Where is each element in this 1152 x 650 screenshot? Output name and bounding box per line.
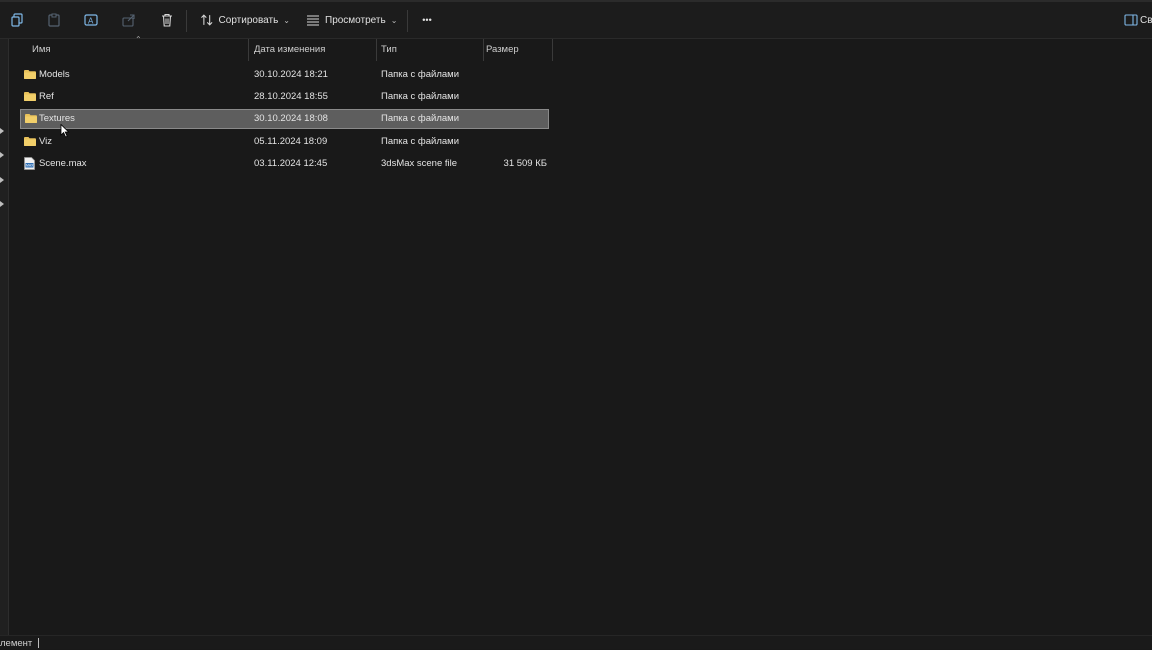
command-bar: A Сортировать ⌄ Просмотреть ⌄ ••• Св bbox=[0, 2, 1152, 39]
folder-icon bbox=[24, 70, 36, 79]
column-header-type[interactable]: Тип bbox=[381, 39, 481, 61]
file-size: 31 509 КБ bbox=[503, 158, 547, 169]
status-divider bbox=[38, 638, 39, 648]
status-bar: лемент bbox=[0, 635, 1152, 649]
share-button[interactable] bbox=[120, 8, 138, 32]
file-size bbox=[467, 132, 547, 152]
folder-icon bbox=[25, 114, 37, 123]
expand-arrow-icon[interactable] bbox=[0, 128, 4, 134]
folder-icon bbox=[24, 92, 36, 101]
max-file-icon: MAX bbox=[24, 157, 35, 170]
sort-label: Сортировать bbox=[218, 14, 279, 26]
details-pane-label: Св bbox=[1140, 14, 1152, 26]
file-date: 28.10.2024 18:55 bbox=[254, 91, 328, 102]
more-icon: ••• bbox=[422, 15, 432, 25]
svg-text:A: A bbox=[88, 17, 94, 26]
file-row-selected[interactable]: Textures 30.10.2024 18:08 Папка с файлам… bbox=[20, 109, 549, 129]
expand-arrow-icon[interactable] bbox=[0, 152, 4, 158]
toolbar-separator bbox=[186, 10, 187, 32]
column-header-size[interactable]: Размер bbox=[486, 39, 546, 61]
file-row[interactable]: MAX Scene.max 03.11.2024 12:45 3dsMax sc… bbox=[20, 154, 549, 174]
copy-icon bbox=[11, 13, 23, 27]
copy-button[interactable] bbox=[8, 8, 26, 32]
file-type: Папка с файлами bbox=[381, 69, 460, 80]
share-icon bbox=[122, 14, 135, 27]
file-date: 03.11.2024 12:45 bbox=[254, 158, 328, 169]
file-type: Папка с файлами bbox=[381, 91, 460, 102]
rename-button[interactable]: A bbox=[82, 8, 100, 32]
delete-button[interactable] bbox=[158, 8, 176, 32]
file-row[interactable]: Viz 05.11.2024 18:09 Папка с файлами bbox=[20, 132, 549, 152]
svg-text:MAX: MAX bbox=[26, 164, 34, 168]
file-date: 05.11.2024 18:09 bbox=[254, 136, 328, 147]
column-divider[interactable] bbox=[248, 39, 249, 61]
file-type: Папка с файлами bbox=[381, 136, 460, 147]
column-divider[interactable] bbox=[483, 39, 484, 61]
sort-icon bbox=[201, 14, 213, 26]
rename-icon: A bbox=[84, 14, 98, 26]
column-divider[interactable] bbox=[552, 39, 553, 61]
column-header-date[interactable]: Дата изменения bbox=[254, 39, 374, 61]
file-name: Scene.max bbox=[39, 158, 87, 169]
chevron-down-icon: ⌄ bbox=[390, 15, 398, 25]
chevron-down-icon: ⌄ bbox=[283, 15, 290, 25]
file-date: 30.10.2024 18:08 bbox=[254, 113, 328, 124]
file-name: Models bbox=[39, 69, 70, 80]
file-type: Папка с файлами bbox=[381, 113, 460, 124]
file-size bbox=[467, 65, 547, 85]
file-row[interactable]: Models 30.10.2024 18:21 Папка с файлами bbox=[20, 65, 549, 85]
expand-arrow-icon[interactable] bbox=[0, 201, 4, 207]
file-type: 3dsMax scene file bbox=[381, 158, 458, 169]
view-label: Просмотреть bbox=[325, 14, 386, 26]
column-divider[interactable] bbox=[376, 39, 377, 61]
sort-button[interactable]: Сортировать ⌄ bbox=[200, 8, 290, 32]
file-size bbox=[467, 109, 547, 129]
toolbar-separator bbox=[407, 10, 408, 32]
mouse-cursor-icon bbox=[60, 124, 70, 138]
paste-icon bbox=[48, 13, 60, 27]
details-pane-icon bbox=[1124, 14, 1138, 26]
trash-icon bbox=[162, 13, 172, 27]
view-button[interactable]: Просмотреть ⌄ bbox=[306, 8, 401, 32]
column-header-name[interactable]: Имя bbox=[32, 39, 247, 61]
navigation-pane-edge[interactable] bbox=[0, 39, 9, 635]
status-item-count: лемент bbox=[0, 638, 33, 649]
file-row[interactable]: Ref 28.10.2024 18:55 Папка с файлами bbox=[20, 87, 549, 107]
details-pane-button[interactable]: Св bbox=[1124, 8, 1152, 32]
file-size bbox=[467, 87, 547, 107]
view-list-icon bbox=[307, 15, 319, 26]
file-name: Viz bbox=[39, 136, 53, 147]
file-date: 30.10.2024 18:21 bbox=[254, 69, 328, 80]
expand-arrow-icon[interactable] bbox=[0, 177, 4, 183]
file-name: Ref bbox=[39, 91, 54, 102]
more-options-button[interactable]: ••• bbox=[416, 8, 438, 32]
folder-icon bbox=[24, 137, 36, 146]
paste-button[interactable] bbox=[45, 8, 63, 32]
column-header-row: ⌃ Имя Дата изменения Тип Размер bbox=[10, 35, 554, 61]
